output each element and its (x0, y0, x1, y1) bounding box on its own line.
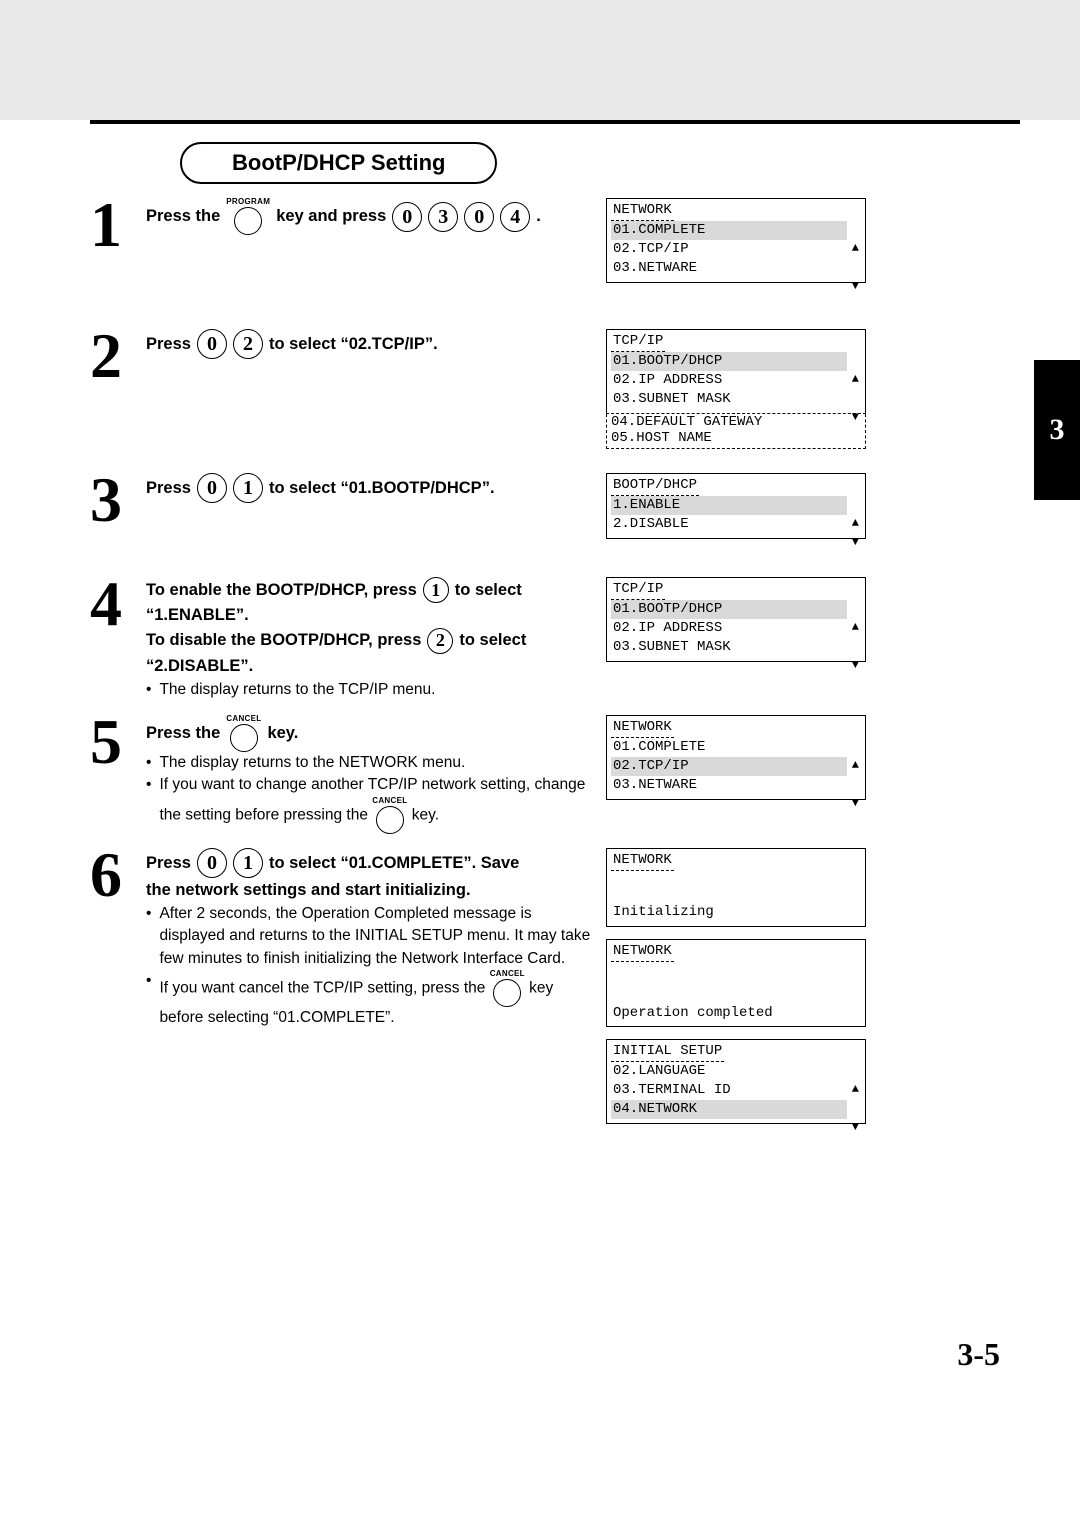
key-label-cancel: CANCEL (226, 715, 261, 723)
text: to select “01.BOOTP/DHCP”. (269, 476, 495, 501)
digit-key-0: 0 (197, 329, 227, 359)
lcd-panel-network-return: NETWORK 01.COMPLETE▲ 02.TCP/IP 03.NETWAR… (606, 715, 866, 800)
cancel-key-icon (493, 979, 521, 1007)
digit-key-1: 1 (233, 848, 263, 878)
digit-key-0: 0 (197, 848, 227, 878)
step-number: 1 (90, 198, 146, 252)
step-5: 5 Press the CANCEL key. The display retu… (90, 715, 1020, 834)
key-label-cancel: CANCEL (372, 797, 407, 805)
digit-key-3: 3 (428, 202, 458, 232)
text: To disable the BOOTP/DHCP, press (146, 628, 421, 653)
digit-key-2: 2 (233, 329, 263, 359)
note-text: key. (412, 807, 439, 824)
digit-key-0: 0 (464, 202, 494, 232)
digit-key-1: 1 (423, 577, 449, 603)
note-text: If you want cancel the TCP/IP setting, p… (159, 980, 485, 997)
digit-key-0: 0 (197, 473, 227, 503)
text: “1.ENABLE”. (146, 603, 594, 628)
text: Press (146, 476, 191, 501)
digit-key-4: 4 (500, 202, 530, 232)
key-label-cancel: CANCEL (490, 970, 525, 978)
text: to select “02.TCP/IP”. (269, 332, 438, 357)
text: Press (146, 851, 191, 876)
step-number: 5 (90, 715, 146, 769)
program-key-icon (234, 207, 262, 235)
key-label-program: PROGRAM (226, 198, 270, 206)
step-number: 3 (90, 473, 146, 527)
text: To enable the BOOTP/DHCP, press (146, 578, 417, 603)
digit-key-1: 1 (233, 473, 263, 503)
text: to select (459, 628, 526, 653)
lcd-panel-tcpip-return: TCP/IP 01.BOOTP/DHCP▲ 02.IP ADDRESS 03.S… (606, 577, 866, 662)
step-number: 6 (90, 848, 146, 902)
text: “2.DISABLE”. (146, 654, 594, 679)
text: . (536, 204, 541, 229)
lcd-panel-tcpip-overflow: 04.DEFAULT GATEWAY 05.HOST NAME (606, 414, 866, 449)
lcd-panel-completed: NETWORK Operation completed (606, 939, 866, 1028)
lcd-panel-bootpdhcp: BOOTP/DHCP 1.ENABLE▲ 2.DISABLE ▼ (606, 473, 866, 539)
cancel-key-icon (230, 724, 258, 752)
step-4: 4 To enable the BOOTP/DHCP, press 1 to s… (90, 577, 1020, 701)
page-number: 3-5 (90, 1336, 1020, 1373)
chapter-tab: 3 (1034, 360, 1080, 500)
text: the network settings and start initializ… (146, 878, 594, 903)
step-1: 1 Press the PROGRAM key and press 0 3 0 … (90, 198, 1020, 315)
lcd-panel-tcpip: TCP/IP 01.BOOTP/DHCP▲ 02.IP ADDRESS 03.S… (606, 329, 866, 414)
text: key. (267, 721, 298, 746)
step-3: 3 Press 0 1 to select “01.BOOTP/DHCP”. B… (90, 473, 1020, 563)
divider (90, 120, 1020, 124)
text: to select “01.COMPLETE”. Save (269, 851, 519, 876)
section-title: BootP/DHCP Setting (180, 142, 497, 184)
text: Press the (146, 721, 220, 746)
cancel-key-icon (376, 806, 404, 834)
digit-key-2: 2 (427, 628, 453, 654)
text: Press (146, 332, 191, 357)
text: to select (455, 578, 522, 603)
note-text: After 2 seconds, the Operation Completed… (159, 903, 594, 970)
text: Press the (146, 204, 220, 229)
step-number: 4 (90, 577, 146, 631)
note-text: The display returns to the NETWORK menu. (159, 752, 465, 774)
lcd-panel-initial-setup: INITIAL SETUP 02.LANGUAGE▲ 03.TERMINAL I… (606, 1039, 866, 1124)
step-6: 6 Press 0 1 to select “01.COMPLETE”. Sav… (90, 848, 1020, 1136)
step-2: 2 Press 0 2 to select “02.TCP/IP”. TCP/I… (90, 329, 1020, 459)
note-text: The display returns to the TCP/IP menu. (159, 679, 435, 701)
lcd-panel-initializing: NETWORK Initializing (606, 848, 866, 927)
step-number: 2 (90, 329, 146, 383)
page-header-band (0, 0, 1080, 120)
lcd-panel-network: NETWORK 01.COMPLETE▲ 02.TCP/IP 03.NETWAR… (606, 198, 866, 283)
digit-key-0: 0 (392, 202, 422, 232)
text: key and press (276, 204, 386, 229)
